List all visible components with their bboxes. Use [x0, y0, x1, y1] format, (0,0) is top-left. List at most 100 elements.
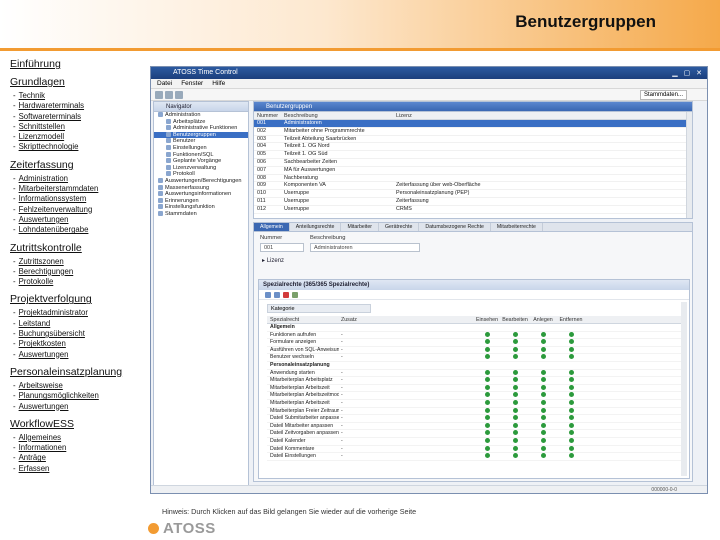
permission-cell[interactable]: [473, 407, 501, 415]
permission-cell[interactable]: [501, 384, 529, 392]
column-header[interactable]: Zusatz: [339, 316, 399, 323]
permission-cell[interactable]: [501, 399, 529, 407]
permission-cell[interactable]: [529, 346, 557, 354]
table-row[interactable]: 010 Userruppe Personaleinsatzplanung (PEP): [254, 190, 692, 198]
table-row[interactable]: Benutzer wechseln -: [267, 354, 681, 362]
back-icon[interactable]: [155, 91, 163, 99]
permission-cell[interactable]: [529, 399, 557, 407]
nav-link[interactable]: - Informationssystem: [10, 194, 148, 204]
tree-item[interactable]: Einstellungsfunktion: [154, 204, 248, 211]
column-header[interactable]: Bearbeiten: [501, 316, 529, 323]
table-row[interactable]: Ausführen von SQL-Anweisungen-: [267, 346, 681, 355]
nav-link[interactable]: - Mitarbeiterstammdaten: [10, 184, 148, 194]
permission-cell[interactable]: [529, 369, 557, 377]
permission-cell[interactable]: [473, 415, 501, 422]
tab-detail[interactable]: Mitarbeiter: [341, 223, 379, 231]
tree-item[interactable]: Auswertungen/Berechtigungen: [154, 177, 248, 185]
new-icon[interactable]: [265, 292, 271, 298]
perspective-button[interactable]: Stammdaten...: [639, 90, 687, 100]
table-row[interactable]: Allgemein: [267, 324, 681, 332]
permission-cell[interactable]: [501, 392, 529, 399]
nav-link[interactable]: - Planungsmöglichkeiten: [10, 391, 148, 401]
nav-section-link[interactable]: WorkflowESS: [10, 418, 148, 430]
table-row[interactable]: Formulare anzeigen -: [267, 339, 681, 347]
permission-cell[interactable]: [473, 331, 501, 339]
permission-cell[interactable]: [473, 324, 501, 331]
table-row[interactable]: 003 Teilzeit Abteilung Saarbrücken: [254, 136, 692, 144]
permission-cell[interactable]: [473, 362, 501, 369]
permission-cell[interactable]: [473, 377, 501, 384]
permission-cell[interactable]: [557, 445, 585, 453]
permission-cell[interactable]: [501, 430, 529, 437]
nav-section-link[interactable]: Personaleinsatzplanung: [10, 366, 148, 378]
nav-link[interactable]: - Anträge: [10, 453, 148, 463]
tab-detail[interactable]: Allgemein: [254, 223, 290, 231]
tree-item[interactable]: Protokoll: [154, 171, 248, 178]
nav-link[interactable]: - Lizenzmodell: [10, 132, 148, 142]
permission-cell[interactable]: [557, 377, 585, 384]
beschreibung-field[interactable]: Administratoren: [310, 243, 420, 252]
nav-link[interactable]: - Protokolle: [10, 277, 148, 287]
lizenz-section[interactable]: ▸ Lizenz: [258, 257, 690, 266]
permission-cell[interactable]: [473, 369, 501, 377]
table-row[interactable]: 002 Mitarbeiter ohne Programmrechte: [254, 128, 692, 136]
permission-cell[interactable]: [501, 437, 529, 445]
menu-item[interactable]: Hilfe: [212, 80, 225, 87]
permission-cell[interactable]: [557, 415, 585, 422]
nav-section-link[interactable]: Zutrittskontrolle: [10, 242, 148, 254]
nav-link[interactable]: - Technik: [10, 91, 148, 101]
copy-icon[interactable]: [274, 292, 280, 298]
tree-item[interactable]: Funktionen/SQL: [154, 151, 248, 159]
table-row[interactable]: 009 Komponenten VA Zeiterfassung über web-…: [254, 182, 692, 191]
table-row[interactable]: Dateil Kommentare -: [267, 445, 681, 454]
nav-link[interactable]: - Fehlzeitenverwaltung: [10, 205, 148, 215]
permission-cell[interactable]: [557, 399, 585, 407]
nav-link[interactable]: - Auswertungen: [10, 215, 148, 225]
tree-item[interactable]: Einstellungen: [154, 144, 248, 152]
rights-scrollbar[interactable]: [681, 302, 687, 476]
permission-cell[interactable]: [529, 331, 557, 339]
nav-link[interactable]: - Zutrittszonen: [10, 257, 148, 267]
permission-cell[interactable]: [529, 445, 557, 453]
permission-cell[interactable]: [501, 339, 529, 346]
nav-link[interactable]: - Buchungsübersicht: [10, 329, 148, 339]
nav-link[interactable]: - Projektkosten: [10, 339, 148, 349]
table-row[interactable]: Dateil Kalender -: [267, 437, 681, 446]
tab-detail[interactable]: Anteilungsrechte: [290, 223, 342, 231]
kategorie-field[interactable]: Kategorie: [267, 304, 371, 313]
tree-item[interactable]: Massenerfassung: [154, 184, 248, 192]
permission-cell[interactable]: [501, 362, 529, 369]
permission-cell[interactable]: [529, 362, 557, 369]
tree-item[interactable]: Stammdaten: [154, 210, 248, 218]
nav-link[interactable]: - Berechtigungen: [10, 267, 148, 277]
table-row[interactable]: 007 MA für Auswertungen: [254, 167, 692, 175]
permission-cell[interactable]: [501, 453, 529, 460]
tab-detail[interactable]: Datumsbezogene Rechte: [419, 223, 491, 231]
nav-section-link[interactable]: Projektverfolgung: [10, 293, 148, 305]
permission-cell[interactable]: [529, 422, 557, 430]
nav-link[interactable]: - Auswertungen: [10, 350, 148, 360]
permission-cell[interactable]: [529, 392, 557, 399]
permission-cell[interactable]: [557, 453, 585, 460]
permission-cell[interactable]: [473, 430, 501, 437]
nav-link[interactable]: - Skripttechnologie: [10, 142, 148, 152]
permission-cell[interactable]: [501, 354, 529, 361]
table-row[interactable]: Mitarbeiterplan Freier Zeitraum -: [267, 407, 681, 416]
permission-cell[interactable]: [557, 430, 585, 437]
permission-cell[interactable]: [473, 339, 501, 346]
permission-cell[interactable]: [473, 384, 501, 392]
window-controls-icon[interactable]: ▁ ▢ ✕: [672, 68, 704, 80]
nummer-field[interactable]: 001: [260, 243, 304, 252]
column-header[interactable]: Nummer: [254, 112, 282, 119]
column-header[interactable]: Beschreibung: [282, 112, 394, 119]
nav-link[interactable]: - Auswertungen: [10, 402, 148, 412]
nav-link[interactable]: - Arbeitsweise: [10, 381, 148, 391]
table-row[interactable]: Dateil Einstellungen -: [267, 453, 681, 461]
permission-cell[interactable]: [529, 407, 557, 415]
column-header[interactable]: Einsehen: [473, 316, 501, 323]
permission-cell[interactable]: [529, 339, 557, 346]
permission-cell[interactable]: [557, 369, 585, 377]
table-row[interactable]: Mitarbeiterplan Arbeitszeitmodell -: [267, 392, 681, 400]
permission-cell[interactable]: [501, 445, 529, 453]
permission-cell[interactable]: [557, 339, 585, 346]
